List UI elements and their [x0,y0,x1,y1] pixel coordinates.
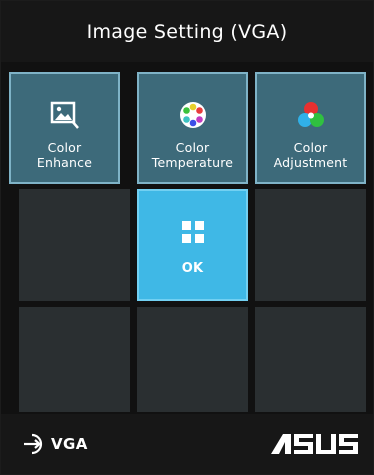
empty-tile [255,189,366,301]
page-title: Image Setting (VGA) [86,20,288,43]
empty-tile [19,189,130,301]
rgb-circles-icon [297,102,324,127]
input-source-icon [24,433,43,455]
ok-button[interactable]: OK [137,189,248,301]
osd-window: Image Setting (VGA) Color Enhance Color … [0,0,374,475]
color-temperature-label: Color Temperature [151,140,234,170]
color-adjustment-button[interactable]: Color Adjustment [255,72,366,184]
color-adjustment-label: Color Adjustment [273,140,348,170]
picture-icon [50,101,79,129]
title-bar: Image Setting (VGA) [1,1,373,62]
empty-tile [255,307,366,412]
input-source-label: VGA [51,435,88,453]
menu-grid: Color Enhance Color Temperature Color Ad… [1,62,373,414]
color-enhance-button[interactable]: Color Enhance [9,72,120,184]
status-bar: VGA [1,414,373,474]
ok-label: OK [181,261,204,276]
color-wheel-icon [179,102,206,128]
asus-logo [271,434,358,454]
grid-icon [181,221,204,243]
empty-tile [137,307,248,412]
empty-tile [19,307,130,412]
color-temperature-button[interactable]: Color Temperature [137,72,248,184]
color-enhance-label: Color Enhance [36,140,93,170]
